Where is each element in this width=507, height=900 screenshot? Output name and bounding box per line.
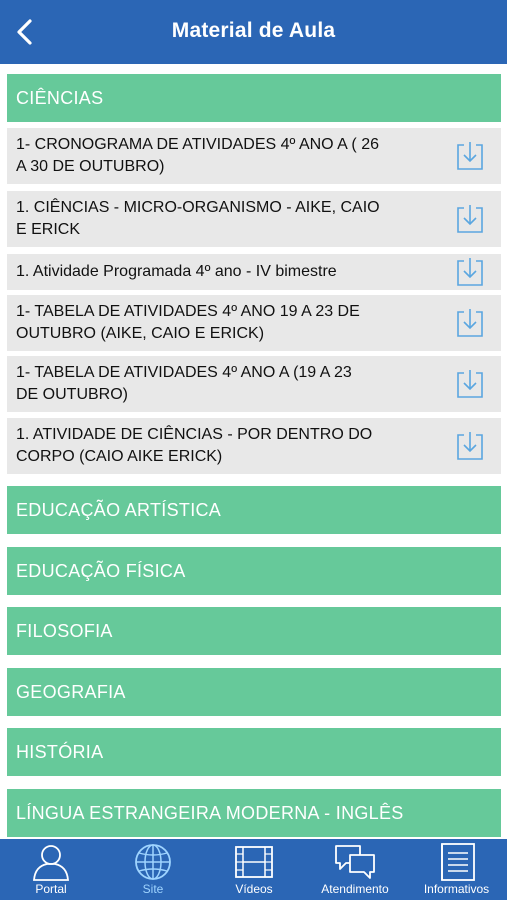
document-title: 1- TABELA DE ATIVIDADES 4º ANO 19 A 23 D… <box>16 301 446 345</box>
document-row[interactable]: 1- TABELA DE ATIVIDADES 4º ANO A (19 A 2… <box>7 356 501 412</box>
section-header-educacao-artistica[interactable]: EDUCAÇÃO ARTÍSTICA <box>7 486 501 534</box>
document-row[interactable]: 1. ATIVIDADE DE CIÊNCIAS - POR DENTRO DO… <box>7 418 501 474</box>
section-label: GEOGRAFIA <box>16 682 126 702</box>
document-title: 1. Atividade Programada 4º ano - IV bime… <box>16 261 446 283</box>
download-icon[interactable] <box>456 141 484 171</box>
document-title-line: 1- TABELA DE ATIVIDADES 4º ANO A (19 A 2… <box>16 364 352 381</box>
document-title: 1. CIÊNCIAS - MICRO-ORGANISMO - AIKE, CA… <box>16 197 446 241</box>
document-title-line: CORPO (CAIO AIKE ERICK) <box>16 448 223 465</box>
document-title: 1- TABELA DE ATIVIDADES 4º ANO A (19 A 2… <box>16 362 446 406</box>
document-row[interactable]: 1. CIÊNCIAS - MICRO-ORGANISMO - AIKE, CA… <box>7 191 501 247</box>
document-title: 1- CRONOGRAMA DE ATIVIDADES 4º ANO A ( 2… <box>16 134 446 178</box>
tab-label: Atendimento <box>321 882 389 896</box>
section-label: HISTÓRIA <box>16 742 104 762</box>
tab-videos[interactable]: Vídeos <box>204 839 304 900</box>
document-title-line: OUTUBRO (AIKE, CAIO E ERICK) <box>16 325 265 342</box>
document-title-line: 1. ATIVIDADE DE CIÊNCIAS - POR DENTRO DO <box>16 426 373 443</box>
tab-portal[interactable]: Portal <box>0 839 102 900</box>
section-label: FILOSOFIA <box>16 621 113 641</box>
document-title-line: 1. Atividade Programada 4º ano - IV bime… <box>16 263 337 280</box>
download-icon[interactable] <box>456 369 484 399</box>
tab-informativos[interactable]: Informativos <box>406 839 507 900</box>
document-title-line: A 30 DE OUTUBRO) <box>16 158 165 175</box>
app-screen: Material de Aula CIÊNCIAS 1- CRONOGRAMA … <box>0 0 507 900</box>
document-row[interactable]: 1- TABELA DE ATIVIDADES 4º ANO 19 A 23 D… <box>7 295 501 351</box>
tab-atendimento[interactable]: Atendimento <box>304 839 406 900</box>
section-header-historia[interactable]: HISTÓRIA <box>7 728 501 776</box>
section-label: EDUCAÇÃO FÍSICA <box>16 561 186 581</box>
page-title: Material de Aula <box>171 19 336 42</box>
document-title-line: 1- TABELA DE ATIVIDADES 4º ANO 19 A 23 D… <box>16 303 360 320</box>
document-title-line: 1- CRONOGRAMA DE ATIVIDADES 4º ANO A ( 2… <box>16 136 379 153</box>
tab-site[interactable]: Site <box>102 839 204 900</box>
film-icon <box>235 846 273 878</box>
section-label: EDUCAÇÃO ARTÍSTICA <box>16 500 222 520</box>
bottom-tab-bar: Portal Site Vídeos Atendimento Informati… <box>0 839 507 900</box>
header-bar: Material de Aula <box>0 0 507 64</box>
tab-label: Vídeos <box>235 882 273 896</box>
document-title: 1. ATIVIDADE DE CIÊNCIAS - POR DENTRO DO… <box>16 424 446 468</box>
section-header-geografia[interactable]: GEOGRAFIA <box>7 668 501 716</box>
document-title-line: 1. CIÊNCIAS - MICRO-ORGANISMO - AIKE, CA… <box>16 199 380 216</box>
download-icon[interactable] <box>456 257 484 287</box>
document-icon <box>440 843 475 881</box>
material-list: CIÊNCIAS 1- CRONOGRAMA DE ATIVIDADES 4º … <box>0 64 507 839</box>
section-header-educacao-fisica[interactable]: EDUCAÇÃO FÍSICA <box>7 547 501 595</box>
download-icon[interactable] <box>456 431 484 461</box>
section-label: CIÊNCIAS <box>16 88 104 108</box>
section-header-ciencias[interactable]: CIÊNCIAS <box>7 74 501 122</box>
section-label: LÍNGUA ESTRANGEIRA MODERNA - INGLÊS <box>16 803 404 823</box>
document-title-line: DE OUTUBRO) <box>16 386 128 403</box>
document-row[interactable]: 1. Atividade Programada 4º ano - IV bime… <box>7 254 501 290</box>
download-icon[interactable] <box>456 308 484 338</box>
document-title-line: E ERICK <box>16 221 81 238</box>
document-row[interactable]: 1- CRONOGRAMA DE ATIVIDADES 4º ANO A ( 2… <box>7 128 501 184</box>
person-icon <box>33 845 69 881</box>
tab-label: Informativos <box>423 882 490 896</box>
tab-label: Site <box>142 882 164 896</box>
globe-icon <box>135 844 171 880</box>
section-header-filosofia[interactable]: FILOSOFIA <box>7 607 501 655</box>
chat-bubbles-icon <box>335 845 375 879</box>
download-icon[interactable] <box>456 204 484 234</box>
tab-label: Portal <box>35 882 67 896</box>
section-header-lingua-estrangeira[interactable]: LÍNGUA ESTRANGEIRA MODERNA - INGLÊS <box>7 789 501 837</box>
